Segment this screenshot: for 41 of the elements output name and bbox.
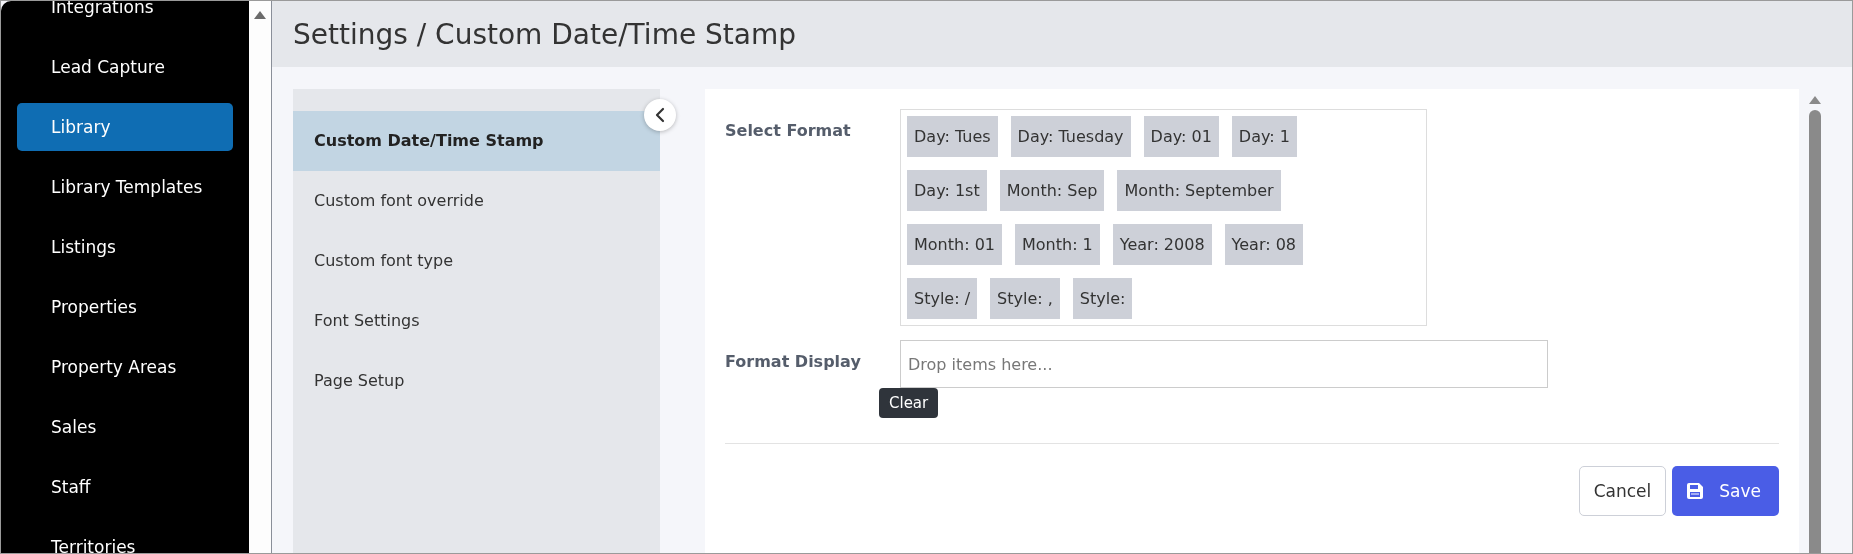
sidebar-item[interactable]: Library bbox=[17, 103, 233, 151]
sidebar-item[interactable]: Staff bbox=[17, 463, 233, 511]
scroll-up-icon[interactable] bbox=[254, 11, 266, 19]
format-chip[interactable]: Day: 01 bbox=[1143, 116, 1219, 157]
format-chip[interactable]: Year: 08 bbox=[1224, 224, 1304, 265]
drop-field[interactable]: Drop items here... bbox=[900, 340, 1548, 388]
sidebar-item[interactable]: Listings bbox=[17, 223, 233, 271]
field-label: Select Format bbox=[725, 120, 852, 140]
settings-nav-item[interactable]: Page Setup bbox=[293, 351, 660, 411]
sidebar-item[interactable]: Territories bbox=[17, 523, 233, 553]
sidebar-item[interactable]: Integrations bbox=[17, 1, 233, 31]
format-chip[interactable]: Month: 01 bbox=[907, 224, 1002, 265]
settings-nav-item[interactable]: Custom Date/Time Stamp bbox=[293, 111, 660, 171]
tooltip: Clear bbox=[879, 388, 939, 418]
format-chip[interactable]: Day: Tues bbox=[907, 116, 998, 157]
settings-nav-item[interactable]: Font Settings bbox=[293, 291, 660, 351]
format-chip[interactable]: Month: September bbox=[1117, 170, 1281, 211]
format-chip[interactable]: Day: 1st bbox=[907, 170, 987, 211]
page-title: Settings / Custom Date/Time Stamp bbox=[293, 17, 796, 51]
sidebar-item[interactable]: Property Areas bbox=[17, 343, 233, 391]
sidebar-item[interactable]: Properties bbox=[17, 283, 233, 331]
format-chip[interactable]: Day: 1 bbox=[1231, 116, 1297, 157]
format-chip[interactable]: Style: / bbox=[907, 278, 978, 319]
settings-nav-item[interactable]: Custom font override bbox=[293, 171, 660, 231]
format-chip[interactable]: Style: bbox=[1072, 278, 1133, 319]
sidebar-item[interactable]: Library Templates bbox=[17, 163, 233, 211]
format-chip[interactable]: Month: Sep bbox=[999, 170, 1105, 211]
cancel-button[interactable]: Cancel bbox=[1578, 466, 1667, 516]
sidebar-item[interactable]: Lead Capture bbox=[17, 43, 233, 91]
save-button[interactable]: Save bbox=[1672, 466, 1779, 516]
settings-nav-item[interactable]: Custom font type bbox=[293, 231, 660, 291]
scrollbar[interactable] bbox=[249, 1, 272, 553]
sidebar-item[interactable]: Sales bbox=[17, 403, 233, 451]
chevron-left-icon bbox=[654, 107, 666, 123]
collapse-button[interactable] bbox=[644, 99, 676, 131]
format-chip[interactable]: Year: 2008 bbox=[1112, 224, 1212, 265]
format-chip[interactable]: Month: 1 bbox=[1015, 224, 1100, 265]
field-label: Format Display bbox=[725, 351, 862, 371]
scroll-up-icon[interactable] bbox=[1809, 96, 1821, 104]
format-chip[interactable]: Style: , bbox=[990, 278, 1060, 319]
format-chip[interactable]: Day: Tuesday bbox=[1010, 116, 1131, 157]
